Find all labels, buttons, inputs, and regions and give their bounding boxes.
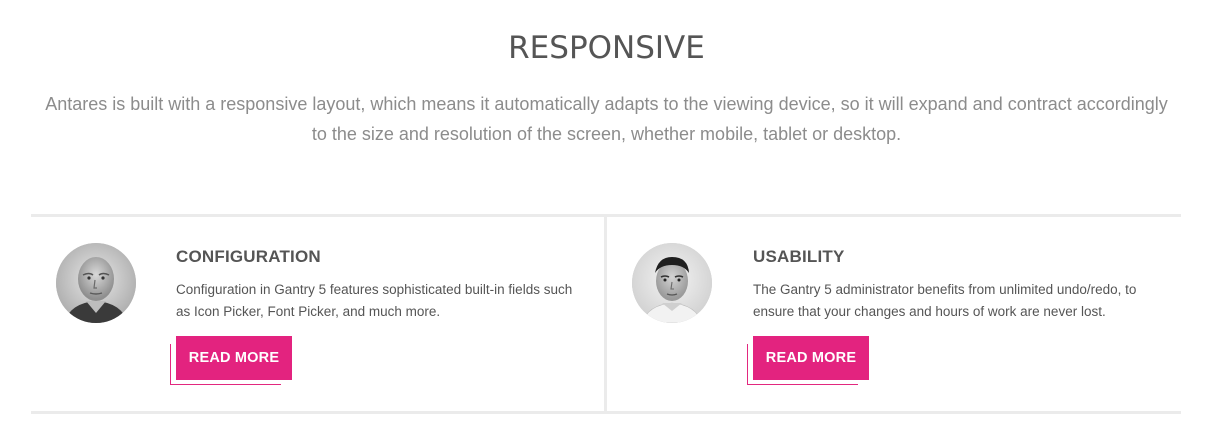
section-description: Antares is built with a responsive layou… xyxy=(45,94,1168,144)
read-more-button[interactable]: READ MORE xyxy=(176,336,292,380)
feature-card-usability: USABILITY The Gantry 5 administrator ben… xyxy=(607,217,1181,411)
read-more-wrapper: READ MORE xyxy=(170,336,292,388)
avatar xyxy=(632,243,712,323)
card-text: The Gantry 5 administrator benefits from… xyxy=(753,282,1137,319)
features-panel: CONFIGURATION Configuration in Gantry 5 … xyxy=(31,214,1181,414)
person-portrait-icon xyxy=(56,243,136,323)
card-title: CONFIGURATION xyxy=(176,247,321,266)
person-portrait-icon xyxy=(632,243,712,323)
card-title: USABILITY xyxy=(753,247,845,266)
feature-card-configuration: CONFIGURATION Configuration in Gantry 5 … xyxy=(31,217,604,411)
avatar xyxy=(56,243,136,323)
read-more-wrapper: READ MORE xyxy=(747,336,869,388)
card-text: Configuration in Gantry 5 features sophi… xyxy=(176,282,573,319)
read-more-button[interactable]: READ MORE xyxy=(753,336,869,380)
section-title: RESPONSIVE xyxy=(508,30,705,66)
